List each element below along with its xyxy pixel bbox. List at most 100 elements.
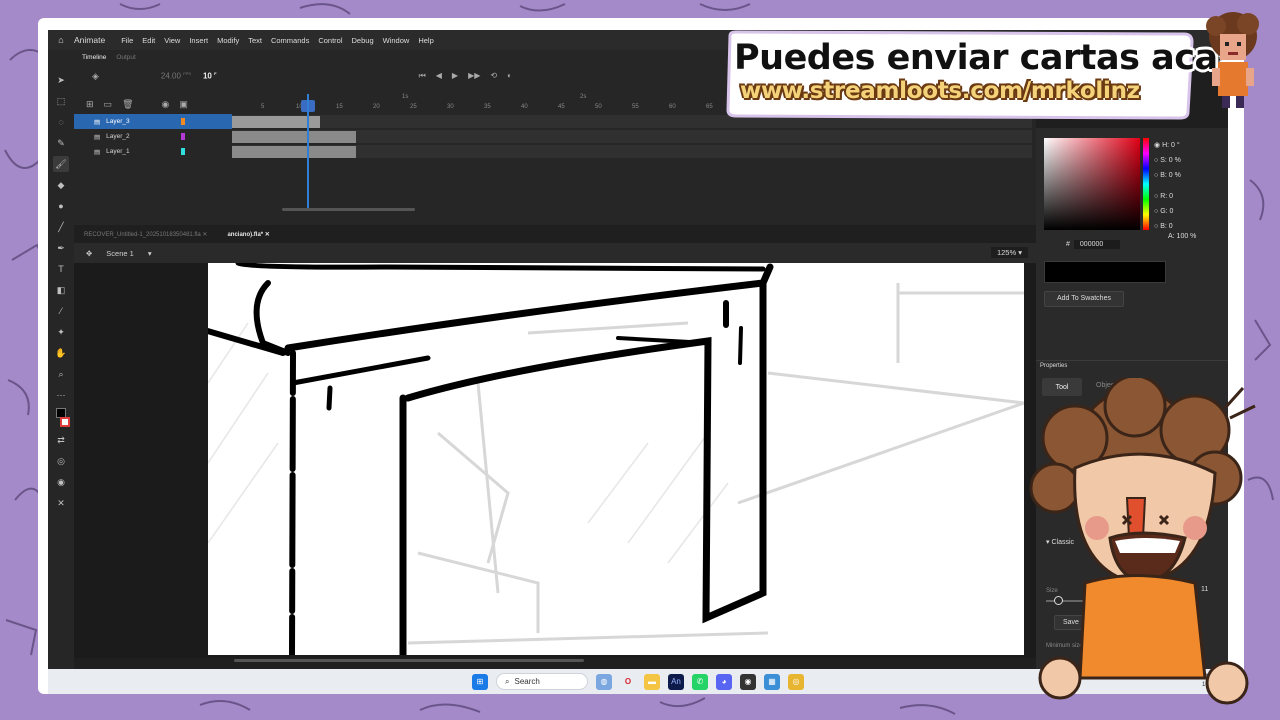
start-icon[interactable]: ⊞ xyxy=(472,673,488,690)
menu-modify[interactable]: Modify xyxy=(217,36,239,45)
paint-bucket-icon[interactable]: ◧ xyxy=(53,282,69,298)
app-icon[interactable]: ▦ xyxy=(764,673,780,690)
hex-field[interactable]: #000000 xyxy=(1066,240,1120,249)
first-frame-icon[interactable]: ⏮ xyxy=(419,71,426,81)
menu-debug[interactable]: Debug xyxy=(352,36,374,45)
drawing-strokes xyxy=(208,263,1024,655)
ruler-tick: 15 xyxy=(336,104,343,110)
pin-tool-icon[interactable]: ✦ xyxy=(53,324,69,340)
color-picker-field[interactable] xyxy=(1044,138,1140,230)
widgets-icon[interactable]: ◍ xyxy=(596,673,612,690)
new-layer-icon[interactable]: ⊞ xyxy=(86,99,94,110)
folder-icon[interactable]: ▬ xyxy=(644,673,660,690)
layer-type-icon: ▤ xyxy=(94,148,101,156)
eyedropper-icon[interactable]: ⁄ xyxy=(53,303,69,319)
menu-commands[interactable]: Commands xyxy=(271,36,309,45)
ruler-tick: 40 xyxy=(521,104,528,110)
layer-color xyxy=(181,118,185,125)
taskbar-search[interactable]: ⌕ Search xyxy=(496,673,588,690)
hex-label: # xyxy=(1066,241,1070,248)
drawing-canvas[interactable] xyxy=(208,263,1024,655)
layer-row[interactable]: ▤ Layer_1 xyxy=(74,144,232,159)
whatsapp-icon[interactable]: ✆ xyxy=(692,673,708,690)
layer-row[interactable]: ▤ Layer_3 xyxy=(74,114,232,129)
new-folder-icon[interactable]: ▭ xyxy=(104,99,113,110)
saturation-value[interactable]: ○ S: 0 % xyxy=(1154,153,1181,168)
menu-help[interactable]: Help xyxy=(418,36,433,45)
text-tool-icon[interactable]: T xyxy=(53,261,69,277)
playhead[interactable] xyxy=(307,94,309,209)
delete-layer-icon[interactable]: 🗑 xyxy=(122,99,133,110)
home-icon[interactable]: ⌂ xyxy=(54,33,68,47)
red-value[interactable]: ○ R: 0 xyxy=(1154,189,1181,204)
current-color-preview xyxy=(1044,261,1166,283)
stage-area xyxy=(74,263,1036,662)
scene-bar: ✥ Scene 1 ▾ 125% ▾ xyxy=(74,243,1036,263)
lasso-tool-icon[interactable]: ◌ xyxy=(53,114,69,130)
prev-frame-icon[interactable]: ◀ xyxy=(436,71,442,81)
doc-tab-active[interactable]: anciano).fla* ✕ xyxy=(227,231,269,238)
green-value[interactable]: ○ G: 0 xyxy=(1154,204,1181,219)
play-icon[interactable]: ▶ xyxy=(452,71,458,81)
menu-window[interactable]: Window xyxy=(383,36,410,45)
selection-tool-icon[interactable]: ➤ xyxy=(53,72,69,88)
hue-value[interactable]: ◉ H: 0 ° xyxy=(1154,138,1181,153)
tab-timeline[interactable]: Timeline xyxy=(82,54,106,61)
brush-tool-icon[interactable]: 🖌 xyxy=(53,156,69,172)
blue-value[interactable]: ○ B: 0 xyxy=(1154,219,1181,234)
fps-readout[interactable]: 24.00 FPS xyxy=(161,71,191,81)
swap-colors-icon[interactable]: ⇄ xyxy=(53,432,69,448)
doc-tab[interactable]: RECOVER_Untitled-1_20251018350481.fla ✕ xyxy=(84,231,207,238)
fill-color-swatch[interactable] xyxy=(60,417,70,427)
eraser-tool-icon[interactable]: ◆ xyxy=(53,177,69,193)
properties-header: Properties xyxy=(1036,360,1228,372)
layers-icon[interactable]: ◈ xyxy=(92,71,99,82)
stage-scrollbar[interactable] xyxy=(234,659,584,662)
more-tools-icon[interactable]: ⋯ xyxy=(53,387,69,403)
menu-insert[interactable]: Insert xyxy=(189,36,208,45)
brush-mode-icon[interactable]: ◉ xyxy=(53,474,69,490)
hex-input[interactable]: 000000 xyxy=(1073,240,1120,249)
alpha-value[interactable]: A: 100 % xyxy=(1168,233,1196,240)
visibility-icon[interactable]: ◉ xyxy=(162,99,170,110)
opera-icon[interactable]: O xyxy=(620,673,636,690)
fps-unit: FPS xyxy=(183,71,191,77)
menu-text[interactable]: Text xyxy=(248,36,262,45)
radio-icon: ○ xyxy=(1154,208,1159,215)
brightness-value[interactable]: ○ B: 0 % xyxy=(1154,168,1181,183)
onion-skin-icon[interactable]: ◐ xyxy=(507,71,512,81)
oval-tool-icon[interactable]: ● xyxy=(53,198,69,214)
next-frame-icon[interactable]: ▶▶ xyxy=(468,71,480,81)
menu-edit[interactable]: Edit xyxy=(142,36,155,45)
lock-icon[interactable]: ▣ xyxy=(179,99,188,110)
add-to-swatches-button[interactable]: Add To Swatches xyxy=(1044,291,1124,307)
doc-tab-label: anciano).fla* xyxy=(227,231,264,238)
timeline-scrollbar[interactable] xyxy=(282,208,415,211)
animate-app-icon[interactable]: An xyxy=(668,673,684,690)
frame-readout[interactable]: 10 F xyxy=(203,71,217,81)
smooth-icon[interactable]: ✕ xyxy=(53,495,69,511)
layer-row[interactable]: ▤ Layer_2 xyxy=(74,129,232,144)
pen-tool-icon[interactable]: ✒ xyxy=(53,240,69,256)
bright-label: B: 0 % xyxy=(1160,172,1181,179)
menu-view[interactable]: View xyxy=(164,36,180,45)
menu-control[interactable]: Control xyxy=(318,36,342,45)
scene-dropdown-icon[interactable]: ▾ xyxy=(148,249,152,258)
pencil-tool-icon[interactable]: ✎ xyxy=(53,135,69,151)
zoom-select[interactable]: 125% ▾ xyxy=(990,247,1028,258)
discord-icon[interactable]: ◕ xyxy=(716,673,732,690)
line-tool-icon[interactable]: ╱ xyxy=(53,219,69,235)
document-tabs: RECOVER_Untitled-1_20251018350481.fla ✕ … xyxy=(74,227,1036,241)
snap-icon[interactable]: ◎ xyxy=(53,453,69,469)
obs-icon[interactable]: ◉ xyxy=(740,673,756,690)
free-transform-tool-icon[interactable]: ⬚ xyxy=(53,93,69,109)
menu-file[interactable]: File xyxy=(121,36,133,45)
scene-label[interactable]: Scene 1 xyxy=(106,249,134,258)
chrome-icon[interactable]: ◎ xyxy=(788,673,804,690)
hue-slider[interactable] xyxy=(1143,138,1149,230)
layer-type-icon: ▤ xyxy=(94,118,101,126)
zoom-tool-icon[interactable]: ⌕ xyxy=(53,366,69,382)
hand-tool-icon[interactable]: ✋ xyxy=(53,345,69,361)
loop-icon[interactable]: ⟲ xyxy=(490,71,497,81)
tab-output[interactable]: Output xyxy=(116,54,136,61)
